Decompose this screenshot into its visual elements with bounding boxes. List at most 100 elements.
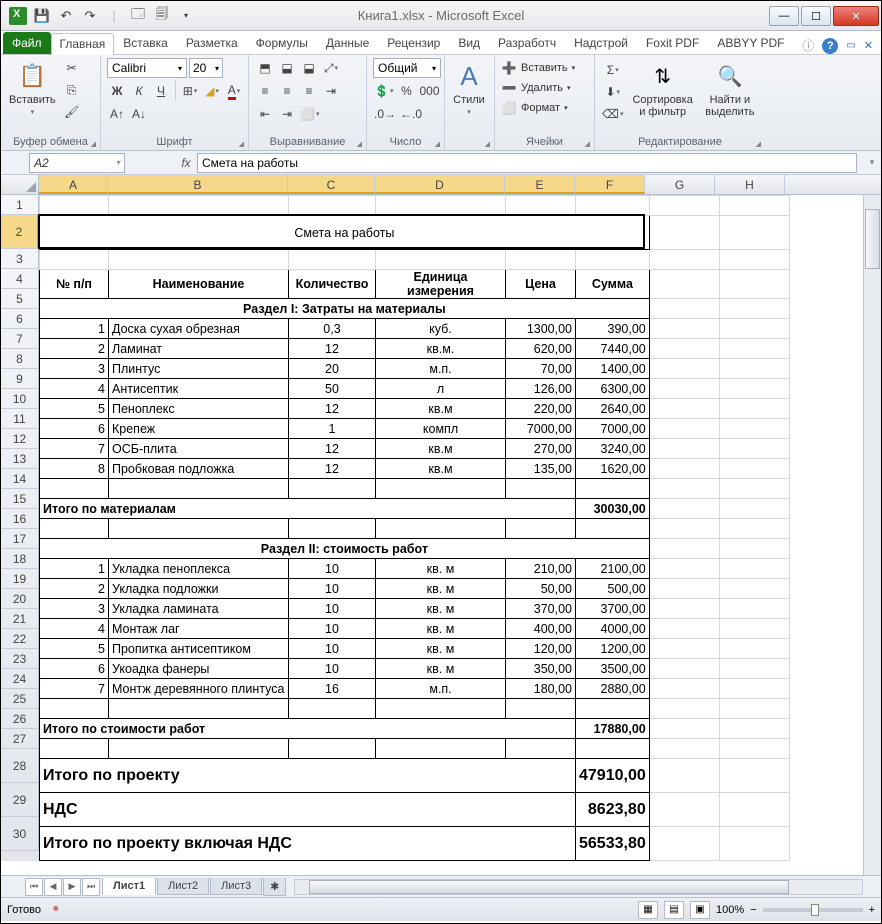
font-name-select[interactable]: Calibri▾ bbox=[107, 58, 187, 78]
cut-icon[interactable]: ✂ bbox=[62, 58, 82, 78]
row-header-27[interactable]: 27 bbox=[1, 729, 39, 749]
insert-cells-button[interactable]: ➕Вставить ▾ bbox=[501, 60, 575, 76]
autosum-icon[interactable]: Σ bbox=[601, 60, 624, 80]
row-header-26[interactable]: 26 bbox=[1, 709, 39, 729]
align-bottom-icon[interactable]: ⬓ bbox=[299, 58, 319, 78]
qat-dropdown-icon[interactable]: ▾ bbox=[175, 5, 197, 27]
comma-icon[interactable]: 000 bbox=[418, 81, 440, 101]
row-header-20[interactable]: 20 bbox=[1, 589, 39, 609]
view-normal-icon[interactable]: ▦ bbox=[638, 901, 658, 919]
sheet-nav-prev[interactable]: ◀ bbox=[44, 878, 62, 896]
cells-area[interactable]: Смета на работы№ п/пНаименованиеКоличест… bbox=[39, 195, 790, 861]
percent-icon[interactable]: % bbox=[396, 81, 416, 101]
fill-icon[interactable]: ⬇ bbox=[601, 82, 624, 102]
row-header-23[interactable]: 23 bbox=[1, 649, 39, 669]
view-layout-icon[interactable]: ▤ bbox=[664, 901, 684, 919]
row-header-3[interactable]: 3 bbox=[1, 249, 39, 269]
row-header-8[interactable]: 8 bbox=[1, 349, 39, 369]
undo-icon[interactable]: ↶ bbox=[55, 5, 77, 27]
col-header-f[interactable]: F bbox=[575, 175, 645, 194]
excel-icon[interactable] bbox=[7, 5, 29, 27]
worksheet-grid[interactable]: A B C D E F G H 123456789101112131415161… bbox=[1, 175, 881, 875]
format-cells-button[interactable]: ⬜Формат ▾ bbox=[501, 100, 575, 116]
row-header-19[interactable]: 19 bbox=[1, 569, 39, 589]
row-header-29[interactable]: 29 bbox=[1, 783, 39, 817]
row-header-30[interactable]: 30 bbox=[1, 817, 39, 851]
row-header-1[interactable]: 1 bbox=[1, 195, 39, 215]
col-header-a[interactable]: A bbox=[39, 175, 108, 194]
align-right-icon[interactable]: ≡ bbox=[299, 81, 319, 101]
redo-icon[interactable]: ↷ bbox=[79, 5, 101, 27]
fx-icon[interactable]: fx bbox=[175, 156, 197, 170]
name-box[interactable]: A2▾ bbox=[29, 153, 125, 173]
increase-indent-icon[interactable]: ⇥ bbox=[277, 104, 297, 124]
view-break-icon[interactable]: ▣ bbox=[690, 901, 710, 919]
increase-font-icon[interactable]: A↑ bbox=[107, 104, 127, 124]
qat-extra1-icon[interactable]: 🗔 bbox=[127, 5, 149, 27]
tab-developer[interactable]: Разработч bbox=[489, 32, 565, 54]
border-button[interactable]: ⊞ bbox=[180, 81, 200, 101]
row-header-5[interactable]: 5 bbox=[1, 289, 39, 309]
horizontal-scrollbar[interactable] bbox=[294, 879, 863, 895]
col-header-d[interactable]: D bbox=[375, 175, 505, 194]
tab-data[interactable]: Данные bbox=[317, 32, 378, 54]
sheet-nav-last[interactable]: ⏭ bbox=[82, 878, 100, 896]
sort-filter-button[interactable]: ⇅ Сортировка и фильтр bbox=[628, 58, 696, 120]
row-header-22[interactable]: 22 bbox=[1, 629, 39, 649]
decrease-font-icon[interactable]: A↓ bbox=[129, 104, 149, 124]
copy-icon[interactable]: ⎘ bbox=[62, 80, 82, 100]
fill-color-button[interactable]: ◢ bbox=[202, 81, 222, 101]
sheet-nav-next[interactable]: ▶ bbox=[63, 878, 81, 896]
tab-foxit[interactable]: Foxit PDF bbox=[637, 32, 708, 54]
find-select-button[interactable]: 🔍 Найти и выделить bbox=[701, 58, 759, 120]
currency-icon[interactable]: 💲 bbox=[373, 81, 394, 101]
row-header-14[interactable]: 14 bbox=[1, 469, 39, 489]
underline-button[interactable]: Ч bbox=[151, 81, 171, 101]
row-header-9[interactable]: 9 bbox=[1, 369, 39, 389]
formula-input[interactable]: Смета на работы bbox=[197, 153, 857, 173]
col-header-g[interactable]: G bbox=[645, 175, 715, 194]
tab-file[interactable]: Файл bbox=[3, 32, 51, 54]
row-header-2[interactable]: 2 bbox=[1, 215, 39, 249]
doc-close-icon[interactable]: ✕ bbox=[864, 39, 873, 52]
row-header-21[interactable]: 21 bbox=[1, 609, 39, 629]
align-middle-icon[interactable]: ⬓ bbox=[277, 58, 297, 78]
row-header-7[interactable]: 7 bbox=[1, 329, 39, 349]
merge-button[interactable]: ⬜ bbox=[299, 104, 320, 124]
sheet-tab-3[interactable]: Лист3 bbox=[210, 878, 262, 895]
zoom-in-button[interactable]: + bbox=[869, 904, 875, 916]
align-center-icon[interactable]: ≡ bbox=[277, 81, 297, 101]
tab-addins[interactable]: Надстрой bbox=[565, 32, 637, 54]
zoom-slider[interactable] bbox=[763, 908, 863, 912]
tab-insert[interactable]: Вставка bbox=[114, 32, 177, 54]
tab-home[interactable]: Главная bbox=[51, 33, 115, 55]
qat-extra2-icon[interactable]: 🗐 bbox=[151, 5, 173, 27]
font-color-button[interactable]: A bbox=[224, 81, 244, 101]
increase-decimal-icon[interactable]: .0→ bbox=[373, 104, 397, 124]
row-header-13[interactable]: 13 bbox=[1, 449, 39, 469]
tab-formulas[interactable]: Формулы bbox=[247, 32, 317, 54]
zoom-out-button[interactable]: − bbox=[750, 904, 756, 916]
tab-review[interactable]: Рецензир bbox=[378, 32, 449, 54]
row-header-17[interactable]: 17 bbox=[1, 529, 39, 549]
formula-expand-icon[interactable]: ▾ bbox=[863, 157, 881, 168]
maximize-button[interactable]: ☐ bbox=[801, 6, 831, 26]
styles-button[interactable]: A Стили ▾ bbox=[451, 58, 487, 118]
close-button[interactable]: ✕ bbox=[833, 6, 879, 26]
bold-button[interactable]: Ж bbox=[107, 81, 127, 101]
row-header-18[interactable]: 18 bbox=[1, 549, 39, 569]
orientation-icon[interactable]: ⤢ bbox=[321, 58, 341, 78]
row-header-25[interactable]: 25 bbox=[1, 689, 39, 709]
select-all-button[interactable] bbox=[1, 175, 39, 194]
delete-cells-button[interactable]: ➖Удалить ▾ bbox=[501, 80, 575, 96]
vertical-scrollbar[interactable] bbox=[863, 195, 881, 875]
number-format-select[interactable]: Общий▾ bbox=[373, 58, 441, 78]
sheet-tab-new[interactable]: ✱ bbox=[263, 878, 286, 896]
col-header-b[interactable]: B bbox=[108, 175, 288, 194]
col-header-e[interactable]: E bbox=[505, 175, 575, 194]
sheet-tab-2[interactable]: Лист2 bbox=[157, 878, 209, 895]
macro-record-icon[interactable]: ⏺ bbox=[53, 903, 59, 916]
tab-abbyy[interactable]: ABBYY PDF bbox=[708, 32, 793, 54]
row-header-10[interactable]: 10 bbox=[1, 389, 39, 409]
decrease-decimal-icon[interactable]: ←.0 bbox=[399, 104, 423, 124]
